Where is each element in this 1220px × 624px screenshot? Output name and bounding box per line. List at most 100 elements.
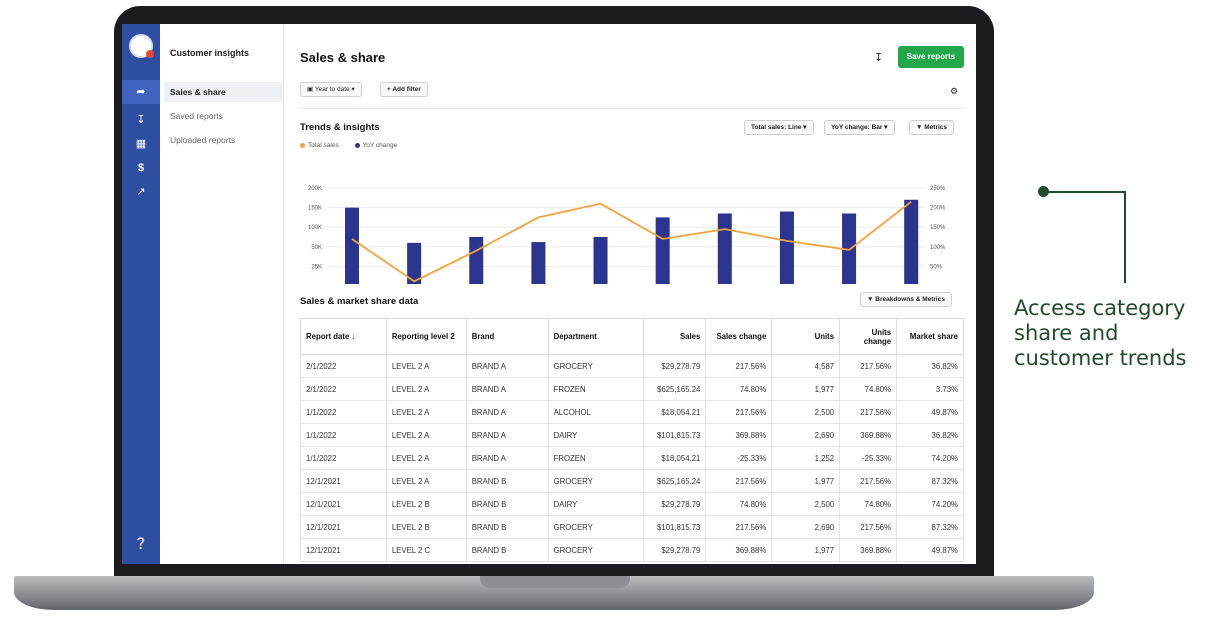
y2-tick-label: 150% [930, 225, 946, 231]
table-row[interactable]: 12/1/2021 LEVEL 2 B BRAND B GROCERY $101,815… [300, 515, 964, 539]
callout-line-2: share and [1014, 321, 1119, 345]
col-report-date[interactable]: Report date ↓ [300, 318, 387, 355]
table-cell: 1,977 [771, 469, 841, 493]
table-cell: LEVEL 2 A [385, 469, 467, 493]
table-cell: 87.32% [896, 469, 964, 493]
total-sales-select[interactable]: Total sales: Line ▾ [744, 120, 814, 135]
y-tick-label: 150K [308, 206, 322, 212]
col-units-change[interactable]: Units change [839, 318, 898, 355]
table-cell: LEVEL 2 A [385, 446, 467, 470]
dollar-icon[interactable]: $ [122, 156, 160, 180]
trend-icon[interactable]: ↗ [122, 180, 160, 204]
yoy-select-label: YoY change: Bar [831, 124, 883, 131]
table-cell: 1,977 [771, 377, 841, 401]
table-cell: 217.56% [705, 515, 773, 539]
callout-line-3: customer trends [1014, 346, 1187, 370]
download-icon[interactable]: ↧ [122, 108, 160, 132]
date-range-select[interactable]: ▣ Year to date ▾ [300, 82, 362, 97]
col-reporting-level[interactable]: Reporting level 2 [385, 318, 467, 355]
sidebar-item-sales-share[interactable]: Sales & share [164, 82, 282, 102]
table-cell: 49.87% [896, 400, 964, 424]
table-cell: 369.88% [839, 538, 898, 562]
share-icon[interactable]: ➦ [122, 80, 160, 104]
table-row[interactable]: 12/1/2021 LEVEL 2 B BRAND B DAIRY $29,278.79… [300, 492, 964, 516]
table-cell: 74.80% [839, 377, 898, 401]
yoy-change-select[interactable]: YoY change: Bar ▾ [824, 120, 895, 135]
nav-title: Customer insights [170, 48, 250, 58]
chart-bar [593, 237, 608, 284]
table-cell: LEVEL 2 B [385, 492, 467, 516]
col-sales-change[interactable]: Sales change [705, 318, 773, 355]
gear-icon[interactable]: ⚙ [950, 86, 958, 97]
table-cell: 217.56% [839, 515, 898, 539]
chevron-down-icon: ▾ [349, 86, 355, 93]
table-cell: BRAND A [465, 446, 549, 470]
filter-icon: ▼ [867, 296, 876, 303]
table-cell: GROCERY [547, 469, 645, 493]
col-brand[interactable]: Brand [465, 318, 549, 355]
table-cell: FROZEN [547, 446, 645, 470]
table-cell: 12/1/2021 [300, 492, 387, 516]
calendar-icon: ▣ [307, 86, 315, 93]
table-cell: LEVEL 2 A [385, 377, 467, 401]
table-cell: 1,977 [771, 538, 841, 562]
brand-logo[interactable] [129, 34, 154, 58]
col-market-share[interactable]: Market share [896, 318, 964, 355]
table-row[interactable]: 1/1/2022 LEVEL 2 A BRAND A ALCOHOL $18,054.2… [300, 400, 964, 424]
trends-title: Trends & insights [300, 122, 380, 133]
table-cell: $101,815.73 [643, 423, 707, 447]
table-cell: 1/1/2022 [300, 400, 387, 424]
table-cell: DAIRY [547, 423, 645, 447]
sidebar-item-saved-reports[interactable]: Saved reports [164, 106, 282, 126]
table-row[interactable]: 2/1/2022 LEVEL 2 A BRAND A FROZEN $625,165.2… [300, 377, 964, 401]
table-row[interactable]: 1/1/2022 LEVEL 2 A BRAND A DAIRY $101,815.73… [300, 423, 964, 447]
y-tick-label: 50K [311, 245, 322, 251]
table-cell: 2/1/2022 [300, 354, 387, 378]
table-cell: $625,165.24 [643, 469, 707, 493]
add-filter-button[interactable]: + Add filter [380, 82, 428, 97]
table-cell: 2,690 [771, 515, 841, 539]
table-cell: 1/1/2022 [300, 446, 387, 470]
help-icon[interactable]: ❔ [122, 532, 160, 556]
breakdowns-metrics-button[interactable]: ▼ Breakdowns & Metrics [860, 292, 952, 307]
total-sales-select-label: Total sales: Line [751, 124, 802, 131]
col-units[interactable]: Units [771, 318, 841, 355]
table-cell: 36.82% [896, 423, 964, 447]
breakdowns-label: Breakdowns & Metrics [875, 296, 945, 303]
table-cell: LEVEL 2 B [385, 515, 467, 539]
table-cell: 2/1/2022 [300, 377, 387, 401]
table-cell: 217.56% [705, 354, 773, 378]
table-cell: GROCERY [547, 515, 645, 539]
save-reports-button[interactable]: Save reports [898, 46, 964, 68]
y2-tick-label: 200% [930, 206, 946, 212]
chart-bar [469, 237, 484, 284]
col-sales[interactable]: Sales [643, 318, 707, 355]
download-icon[interactable]: ↧ [874, 51, 883, 64]
sidebar-item-uploaded-reports[interactable]: Uploaded reports [164, 130, 282, 150]
metrics-button[interactable]: ▼ Metrics [909, 120, 955, 135]
table-cell: $29,278.79 [643, 354, 707, 378]
table-cell: $18,054.21 [643, 446, 707, 470]
grid-icon[interactable]: ▦ [122, 132, 160, 156]
legend-yoy-change: YoY change [354, 142, 397, 149]
chart-line-total-sales [351, 201, 912, 283]
table-cell: 1,252 [771, 446, 841, 470]
table-cell: 74.80% [705, 492, 773, 516]
y-tick-label: 100K [308, 225, 322, 231]
table-cell: GROCERY [547, 538, 645, 562]
table-cell: LEVEL 2 A [385, 400, 467, 424]
table-cell: 74.20% [896, 446, 964, 470]
table-cell: 74.20% [896, 492, 964, 516]
col-department[interactable]: Department [547, 318, 645, 355]
table-cell: 4,587 [771, 354, 841, 378]
table-row[interactable]: 2/1/2022 LEVEL 2 A BRAND A GROCERY $29,278.7… [300, 354, 964, 378]
table-row[interactable]: 1/1/2022 LEVEL 2 A BRAND A FROZEN $18,054.21… [300, 446, 964, 470]
filter-icon: ▼ [916, 124, 925, 131]
table-cell: 3.73% [896, 377, 964, 401]
table-cell: 1/1/2022 [300, 423, 387, 447]
table-cell: ALCOHOL [547, 400, 645, 424]
table-row[interactable]: 12/1/2021 LEVEL 2 C BRAND B GROCERY $29,278.… [300, 538, 964, 562]
callout-text: Access category share and customer trend… [1014, 296, 1220, 371]
table-row[interactable]: 12/1/2021 LEVEL 2 A BRAND B GROCERY $625,165… [300, 469, 964, 493]
table-cell: 74.80% [839, 492, 898, 516]
